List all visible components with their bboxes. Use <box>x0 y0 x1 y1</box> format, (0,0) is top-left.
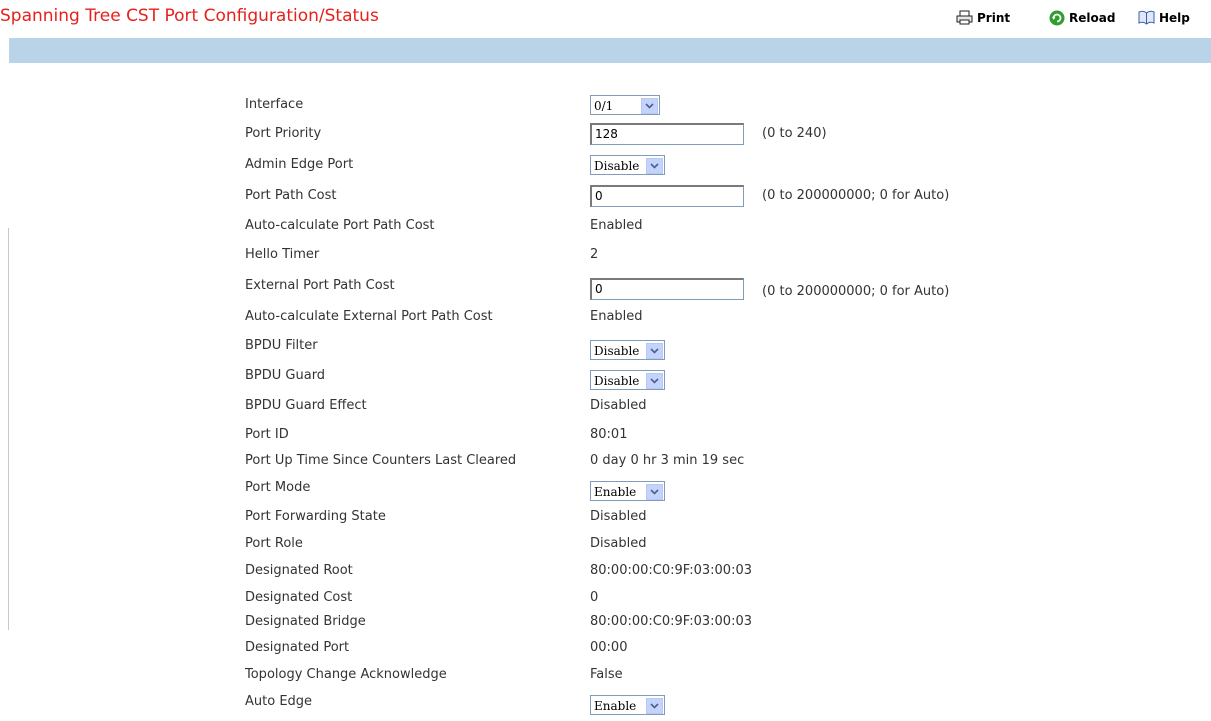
chevron-down-icon <box>646 483 663 500</box>
reload-button[interactable]: Reload <box>1049 10 1115 26</box>
designated-bridge-label: Designated Bridge <box>245 614 366 629</box>
port-priority-label: Port Priority <box>245 126 322 141</box>
port-mode-select[interactable]: Enable <box>590 481 665 501</box>
interface-select[interactable]: 0/1 <box>590 95 660 115</box>
port-path-cost-label: Port Path Cost <box>245 188 337 203</box>
designated-port-label: Designated Port <box>245 640 350 655</box>
help-button[interactable]: Help <box>1138 10 1190 25</box>
admin-edge-port-value: Disable <box>594 158 640 173</box>
bpdu-filter-select[interactable]: Disable <box>590 340 665 360</box>
bpdu-filter-label: BPDU Filter <box>245 338 318 353</box>
port-priority-input[interactable]: 128 <box>590 123 744 145</box>
designated-cost-label: Designated Cost <box>245 590 353 605</box>
print-label: Print <box>977 10 1011 25</box>
port-priority-hint: (0 to 240) <box>762 126 827 141</box>
designated-root-label: Designated Root <box>245 563 353 578</box>
bpdu-guard-effect-label: BPDU Guard Effect <box>245 398 367 413</box>
port-id-value: 80:01 <box>590 427 628 442</box>
chevron-down-icon <box>646 372 663 389</box>
external-path-cost-input[interactable]: 0 <box>590 278 744 300</box>
auto-edge-value: Enable <box>594 698 637 713</box>
interface-select-value: 0/1 <box>594 98 614 113</box>
port-forwarding-state-value: Disabled <box>590 509 647 524</box>
port-role-label: Port Role <box>245 536 303 551</box>
admin-edge-port-select[interactable]: Disable <box>590 155 665 175</box>
left-border <box>8 228 9 630</box>
port-up-time-value: 0 day 0 hr 3 min 19 sec <box>590 453 745 468</box>
auto-calc-path-cost-value: Enabled <box>590 218 643 233</box>
help-book-icon <box>1138 10 1155 25</box>
help-label: Help <box>1159 10 1190 25</box>
page-title: Spanning Tree CST Port Configuration/Sta… <box>0 6 379 26</box>
auto-calc-ext-path-cost-value: Enabled <box>590 309 643 324</box>
reload-label: Reload <box>1069 11 1116 25</box>
port-path-cost-hint: (0 to 200000000; 0 for Auto) <box>762 188 950 203</box>
bpdu-guard-effect-value: Disabled <box>590 398 647 413</box>
print-button[interactable]: Print <box>956 10 1010 25</box>
bpdu-guard-select[interactable]: Disable <box>590 370 665 390</box>
external-path-cost-hint: (0 to 200000000; 0 for Auto) <box>762 284 950 299</box>
designated-root-value: 80:00:00:C0:9F:03:00:03 <box>590 563 752 578</box>
auto-calc-ext-path-cost-label: Auto-calculate External Port Path Cost <box>245 309 493 324</box>
reload-icon <box>1049 10 1065 26</box>
topology-change-ack-label: Topology Change Acknowledge <box>245 667 447 682</box>
chevron-down-icon <box>646 157 663 174</box>
hello-timer-label: Hello Timer <box>245 247 320 262</box>
chevron-down-icon <box>646 342 663 359</box>
chevron-down-icon <box>646 697 663 714</box>
admin-edge-port-label: Admin Edge Port <box>245 157 354 172</box>
auto-edge-label: Auto Edge <box>245 694 313 709</box>
designated-port-value: 00:00 <box>590 640 628 655</box>
port-path-cost-input[interactable]: 0 <box>590 185 744 207</box>
page-header: Spanning Tree CST Port Configuration/Sta… <box>0 0 1211 38</box>
designated-cost-value: 0 <box>590 590 599 605</box>
port-forwarding-state-label: Port Forwarding State <box>245 509 386 524</box>
auto-edge-select[interactable]: Enable <box>590 695 665 715</box>
port-mode-label: Port Mode <box>245 480 311 495</box>
port-mode-value: Enable <box>594 484 637 499</box>
topology-change-ack-value: False <box>590 667 623 682</box>
bpdu-guard-value: Disable <box>594 373 640 388</box>
bpdu-filter-value: Disable <box>594 343 640 358</box>
hello-timer-value: 2 <box>590 247 599 262</box>
external-path-cost-label: External Port Path Cost <box>245 278 395 293</box>
port-up-time-label: Port Up Time Since Counters Last Cleared <box>245 453 517 468</box>
printer-icon <box>956 10 973 25</box>
header-band <box>9 38 1211 63</box>
port-role-value: Disabled <box>590 536 647 551</box>
interface-label: Interface <box>245 97 304 112</box>
port-id-label: Port ID <box>245 427 289 442</box>
auto-calc-path-cost-label: Auto-calculate Port Path Cost <box>245 218 435 233</box>
bpdu-guard-label: BPDU Guard <box>245 368 326 383</box>
chevron-down-icon <box>641 97 658 114</box>
designated-bridge-value: 80:00:00:C0:9F:03:00:03 <box>590 614 752 629</box>
